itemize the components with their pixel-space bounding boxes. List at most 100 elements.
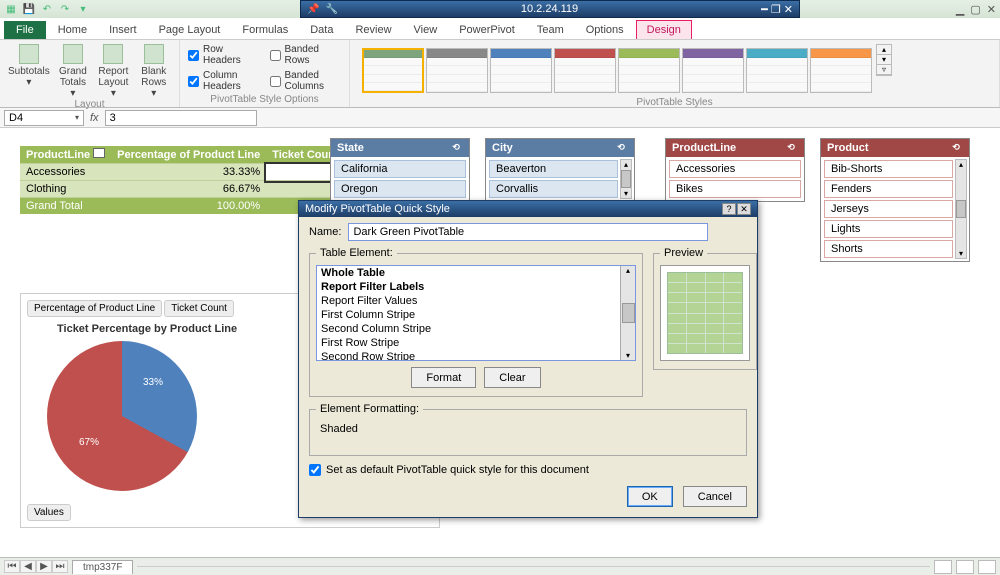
table-element-item[interactable]: Report Filter Labels bbox=[317, 280, 635, 294]
fx-icon[interactable]: fx bbox=[90, 112, 99, 124]
close-icon[interactable]: ✕ bbox=[737, 203, 751, 215]
listbox-scrollbar[interactable]: ▴▾ bbox=[620, 266, 635, 360]
style-name-input[interactable] bbox=[348, 223, 708, 241]
slicer-city[interactable]: City⟲ BeavertonCorvallis▴▾ bbox=[485, 138, 635, 202]
style-thumb[interactable] bbox=[426, 48, 488, 93]
style-thumb[interactable] bbox=[618, 48, 680, 93]
slicer-item[interactable]: Shorts bbox=[824, 240, 953, 258]
pivot-table[interactable]: ProductLine Percentage of Product Line T… bbox=[20, 146, 345, 214]
slicer-item[interactable]: Lights bbox=[824, 220, 953, 238]
normal-view-icon[interactable] bbox=[934, 560, 952, 574]
banded-rows-checkbox[interactable]: Banded Rows bbox=[270, 44, 342, 66]
page-layout-view-icon[interactable] bbox=[956, 560, 974, 574]
clear-filter-icon[interactable]: ⟲ bbox=[614, 142, 628, 154]
clear-button[interactable]: Clear bbox=[484, 367, 540, 388]
ribbon-tab-team[interactable]: Team bbox=[527, 21, 574, 39]
redo-icon[interactable]: ↷ bbox=[58, 2, 72, 16]
chart-tab[interactable]: Percentage of Product Line bbox=[27, 300, 162, 317]
table-element-item[interactable]: Second Row Stripe bbox=[317, 350, 635, 361]
style-thumb[interactable] bbox=[490, 48, 552, 93]
slicer-item[interactable]: Accessories bbox=[669, 160, 801, 178]
ribbon-tab-insert[interactable]: Insert bbox=[99, 21, 147, 39]
slicer-scrollbar[interactable]: ▴▾ bbox=[620, 159, 632, 199]
save-icon[interactable]: 💾 bbox=[22, 2, 36, 16]
slicer-item[interactable]: Fenders bbox=[824, 180, 953, 198]
ribbon-tab-view[interactable]: View bbox=[404, 21, 448, 39]
style-thumb-selected[interactable] bbox=[362, 48, 424, 93]
remote-close-icon[interactable]: ✕ bbox=[784, 4, 793, 16]
name-box[interactable]: D4 ▾ bbox=[4, 110, 84, 126]
slicer-item[interactable]: Corvallis bbox=[489, 180, 618, 198]
ok-button[interactable]: OK bbox=[627, 486, 673, 507]
help-icon[interactable]: ? bbox=[722, 203, 736, 215]
slicer-product[interactable]: Product⟲ Bib-ShortsFendersJerseysLightsS… bbox=[820, 138, 970, 262]
table-element-item[interactable]: First Column Stripe bbox=[317, 308, 635, 322]
page-break-view-icon[interactable] bbox=[978, 560, 996, 574]
ribbon-tab-data[interactable]: Data bbox=[300, 21, 343, 39]
blank-rows-button[interactable]: Blank Rows▾ bbox=[137, 44, 171, 99]
pivot-header[interactable]: ProductLine bbox=[20, 146, 111, 164]
table-element-item[interactable]: Whole Table bbox=[317, 266, 635, 280]
style-thumb[interactable] bbox=[746, 48, 808, 93]
style-thumb[interactable] bbox=[682, 48, 744, 93]
grand-totals-button[interactable]: Grand Totals▾ bbox=[56, 44, 90, 99]
table-element-list[interactable]: Whole TableReport Filter LabelsReport Fi… bbox=[316, 265, 636, 361]
pivot-cell[interactable]: Accessories bbox=[20, 164, 111, 181]
tools-icon[interactable]: 🔧 bbox=[325, 4, 337, 15]
remote-restore-icon[interactable]: ❐ bbox=[771, 4, 781, 16]
ribbon-tab-review[interactable]: Review bbox=[345, 21, 401, 39]
ribbon-tab-options[interactable]: Options bbox=[576, 21, 634, 39]
pin-icon[interactable]: 📌 bbox=[307, 4, 319, 15]
pivot-cell[interactable]: 33.33% bbox=[111, 164, 266, 181]
pivot-cell[interactable]: 100.00% bbox=[111, 198, 266, 215]
ribbon-tab-formulas[interactable]: Formulas bbox=[232, 21, 298, 39]
sheet-nav[interactable]: ⏮◀▶⏭ bbox=[4, 560, 68, 573]
styles-more[interactable]: ▴▾▿ bbox=[876, 44, 892, 76]
cancel-button[interactable]: Cancel bbox=[683, 486, 747, 507]
worksheet[interactable]: ProductLine Percentage of Product Line T… bbox=[0, 128, 1000, 557]
restore-icon[interactable]: ▢ bbox=[970, 3, 980, 16]
banded-columns-checkbox[interactable]: Banded Columns bbox=[270, 70, 342, 92]
table-element-item[interactable]: Second Column Stripe bbox=[317, 322, 635, 336]
undo-icon[interactable]: ↶ bbox=[40, 2, 54, 16]
column-headers-checkbox[interactable]: Column Headers bbox=[188, 70, 260, 92]
slicer-scrollbar[interactable]: ▴▾ bbox=[955, 159, 967, 259]
sheet-tab[interactable]: tmp337F bbox=[72, 560, 133, 574]
file-tab[interactable]: File bbox=[4, 21, 46, 39]
slicer-item[interactable]: Bikes bbox=[669, 180, 801, 198]
ribbon-tab-powerpivot[interactable]: PowerPivot bbox=[449, 21, 525, 39]
minimize-icon[interactable]: ▁ bbox=[956, 3, 964, 16]
ribbon-tab-home[interactable]: Home bbox=[48, 21, 97, 39]
default-style-checkbox[interactable] bbox=[309, 464, 321, 476]
style-thumb[interactable] bbox=[554, 48, 616, 93]
styles-gallery[interactable] bbox=[358, 44, 876, 97]
table-element-item[interactable]: Report Filter Values bbox=[317, 294, 635, 308]
ribbon-tab-design[interactable]: Design bbox=[636, 20, 692, 39]
ribbon-tab-pagelayout[interactable]: Page Layout bbox=[149, 21, 231, 39]
slicer-productline[interactable]: ProductLine⟲ AccessoriesBikes bbox=[665, 138, 805, 202]
pivot-cell[interactable]: Clothing bbox=[20, 181, 111, 198]
slicer-item[interactable]: Beaverton bbox=[489, 160, 618, 178]
slicer-item[interactable]: Oregon bbox=[334, 180, 466, 198]
qat-dropdown-icon[interactable]: ▾ bbox=[76, 2, 90, 16]
chart-tab[interactable]: Ticket Count bbox=[164, 300, 234, 317]
close-icon[interactable]: ✕ bbox=[987, 3, 996, 16]
filter-icon[interactable] bbox=[93, 148, 105, 158]
slicer-state[interactable]: State⟲ CaliforniaOregon bbox=[330, 138, 470, 202]
row-headers-checkbox[interactable]: Row Headers bbox=[188, 44, 260, 66]
pivot-header[interactable]: Percentage of Product Line bbox=[111, 146, 266, 164]
slicer-item[interactable]: Bib-Shorts bbox=[824, 160, 953, 178]
clear-filter-icon[interactable]: ⟲ bbox=[949, 142, 963, 154]
clear-filter-icon[interactable]: ⟲ bbox=[784, 142, 798, 154]
formula-input[interactable] bbox=[105, 110, 257, 126]
report-layout-button[interactable]: Report Layout▾ bbox=[96, 44, 130, 99]
pivot-cell[interactable]: Grand Total bbox=[20, 198, 111, 215]
slicer-item[interactable]: California bbox=[334, 160, 466, 178]
clear-filter-icon[interactable]: ⟲ bbox=[449, 142, 463, 154]
subtotals-button[interactable]: Subtotals▾ bbox=[8, 44, 50, 99]
slicer-item[interactable]: Jerseys bbox=[824, 200, 953, 218]
table-element-item[interactable]: First Row Stripe bbox=[317, 336, 635, 350]
pivot-cell[interactable]: 66.67% bbox=[111, 181, 266, 198]
chevron-down-icon[interactable]: ▾ bbox=[75, 113, 79, 122]
values-button[interactable]: Values bbox=[27, 504, 71, 521]
